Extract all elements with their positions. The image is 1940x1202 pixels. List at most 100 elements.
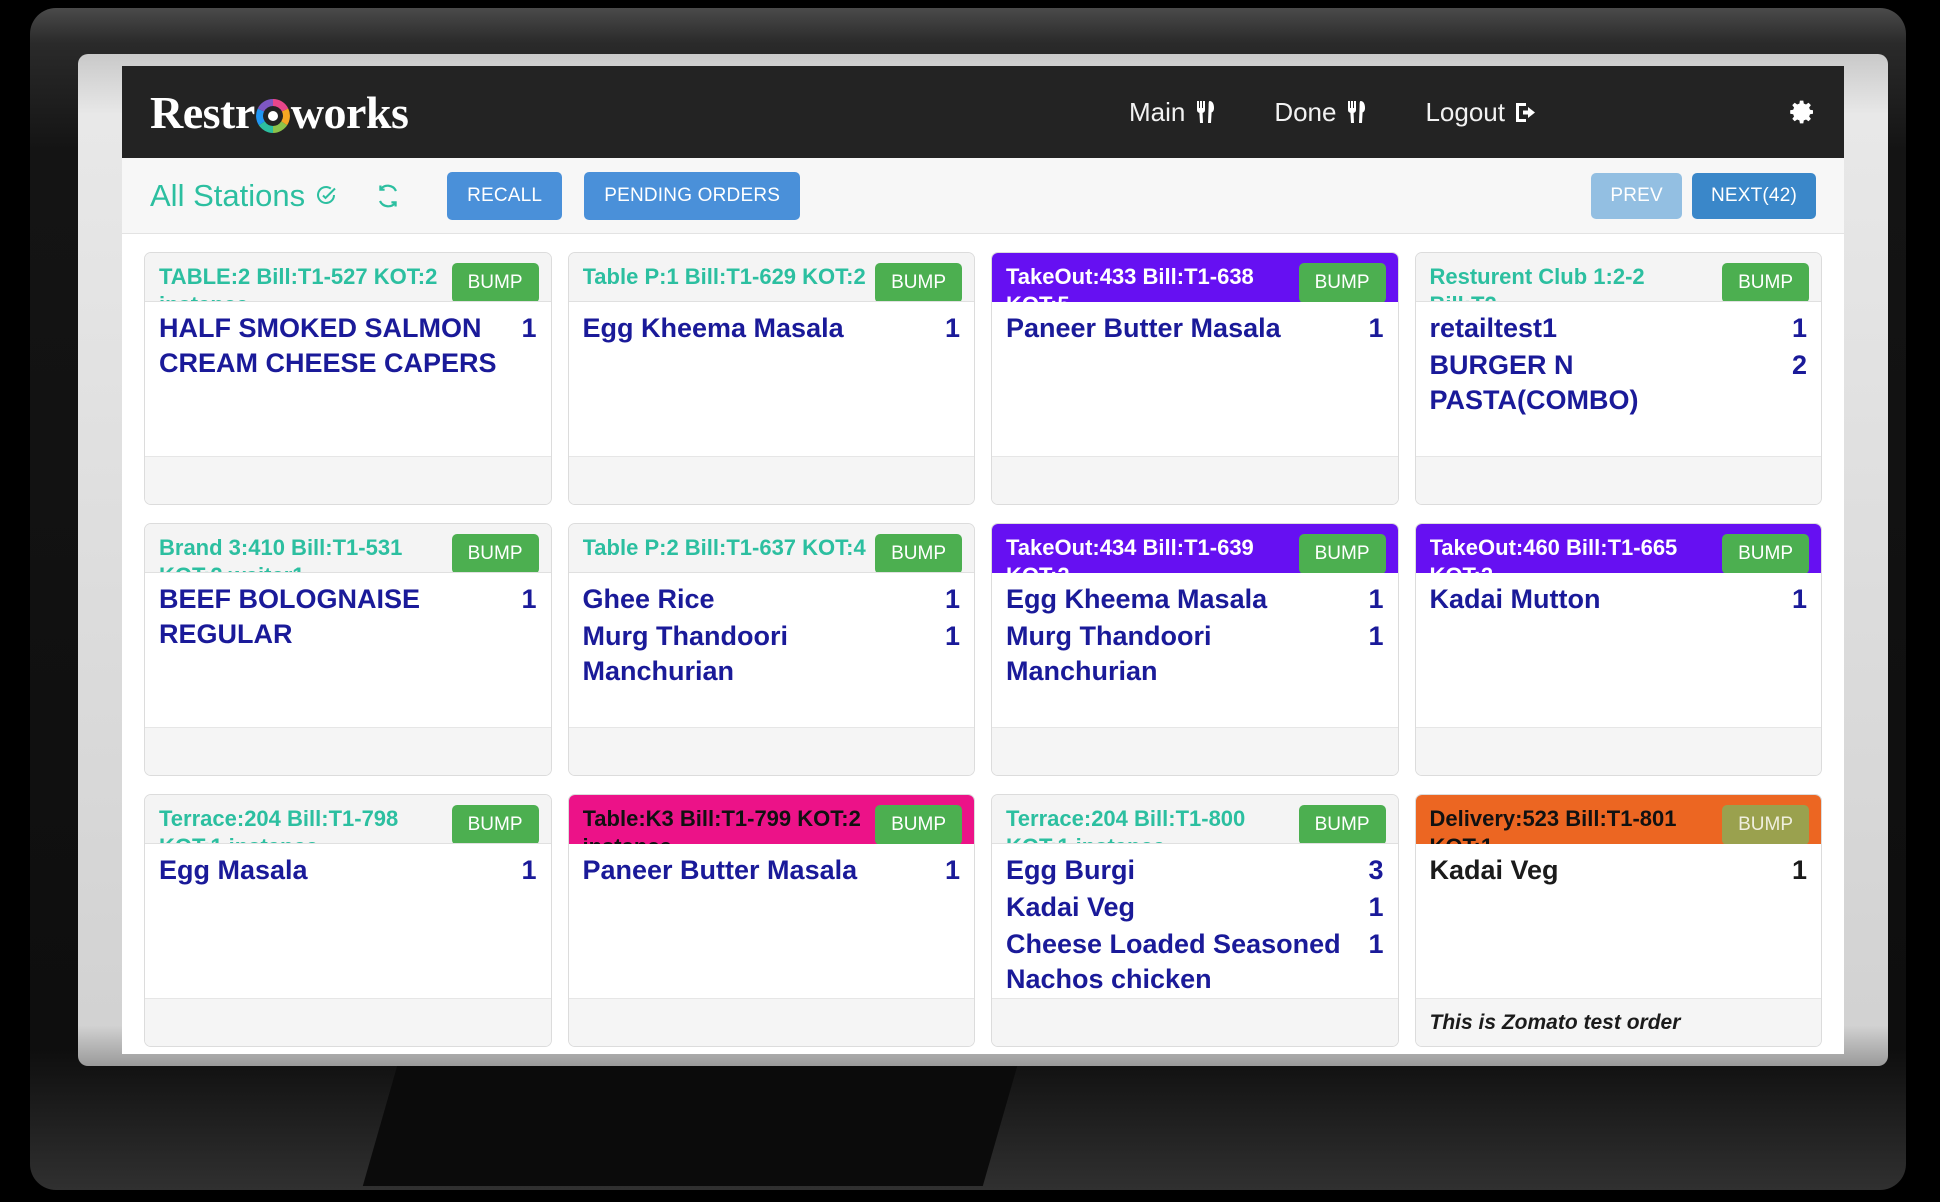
order-card-grid: TABLE:2 Bill:T1-527 KOT:2instanceBUMPHAL… bbox=[122, 234, 1844, 1054]
order-item-row: BEEF BOLOGNAISE REGULAR 1 bbox=[159, 582, 537, 652]
next-page-button[interactable]: NEXT(42) bbox=[1691, 172, 1816, 219]
prev-page-button[interactable]: PREV bbox=[1591, 172, 1682, 219]
order-item-qty: 1 bbox=[1791, 584, 1807, 614]
order-card-footer bbox=[992, 998, 1398, 1046]
order-item-name: Murg Thandoori Manchurian bbox=[1006, 621, 1212, 687]
order-card-header: Table P:1 Bill:T1-629 KOT:2 BUMP bbox=[568, 253, 974, 302]
bump-button[interactable]: BUMP bbox=[451, 263, 539, 301]
order-card-footer bbox=[992, 456, 1398, 504]
order-card[interactable]: TakeOut:433 Bill:T1-638KOT:5 BUMP Paneer B… bbox=[991, 252, 1399, 505]
order-card-title: TakeOut:434 Bill:T1-639KOT:2 bbox=[1006, 534, 1262, 573]
order-card-header: TakeOut:460 Bill:T1-665KOT:2 BUMP bbox=[1415, 524, 1821, 573]
order-card[interactable]: TakeOut:434 Bill:T1-639KOT:2 BUMP Egg Khee… bbox=[991, 523, 1399, 776]
order-card-subtitle: instance bbox=[583, 833, 861, 844]
order-item-row: Murg Thandoori Manchurian 1 bbox=[1006, 619, 1384, 689]
order-item-qty: 1 bbox=[1791, 313, 1807, 343]
order-card[interactable]: Terrace:204 Bill:T1-798KOT:1 instance BUM… bbox=[144, 794, 552, 1047]
order-card-footer bbox=[568, 727, 974, 775]
order-card-header: TABLE:2 Bill:T1-527 KOT:2instanceBUMP bbox=[145, 253, 551, 302]
order-item-name: Murg Thandoori Manchurian bbox=[582, 621, 788, 687]
order-item-row: Egg Burgi 3 bbox=[1006, 853, 1384, 888]
bump-button[interactable]: BUMP bbox=[875, 263, 962, 301]
brand-logo[interactable]: Restr works bbox=[150, 86, 409, 139]
order-card-title: Table:K3 Bill:T1-799 KOT:2instance bbox=[583, 805, 869, 844]
order-item-name: Kadai Veg bbox=[1006, 892, 1136, 923]
order-card-items: Egg Burgi 3 Kadai Veg 1 Cheese Loaded Season… bbox=[992, 844, 1398, 998]
order-card-title: Delivery:523 Bill:T1-801KOT:1 bbox=[1430, 805, 1685, 844]
order-card-items: retailtest1 1 BURGER N PASTA(COMBO) 2 bbox=[1416, 302, 1822, 456]
order-card[interactable]: Table P:2 Bill:T1-637 KOT:4 BUMP Ghee Rice… bbox=[567, 523, 975, 776]
pagination-controls: PREV NEXT(42) bbox=[1591, 172, 1816, 219]
order-item-row: Ghee Rice 1 bbox=[583, 582, 961, 617]
bump-button[interactable]: BUMP bbox=[1722, 263, 1809, 301]
nav-item-logout-label: Logout bbox=[1425, 96, 1505, 127]
order-item-row: Murg Thandoori Manchurian 1 bbox=[583, 619, 961, 689]
order-card-header: Table:K3 Bill:T1-799 KOT:2instanceBUMP bbox=[568, 795, 974, 844]
station-selector-label: All Stations bbox=[150, 177, 306, 213]
order-card-footer bbox=[145, 727, 551, 775]
order-card[interactable]: Table P:1 Bill:T1-629 KOT:2 BUMP Egg Kheem… bbox=[567, 252, 975, 505]
bump-button[interactable]: BUMP bbox=[875, 534, 962, 572]
order-item-name: Paneer Butter Masala bbox=[1006, 313, 1281, 343]
order-card-title: TABLE:2 Bill:T1-527 KOT:2instance bbox=[159, 263, 445, 301]
refresh-icon[interactable] bbox=[375, 183, 401, 209]
order-item-row: Cheese Loaded Seasoned Nachos chicken 1 bbox=[1006, 927, 1384, 997]
order-item-qty: 1 bbox=[1368, 892, 1384, 923]
order-card[interactable]: Table:K3 Bill:T1-799 KOT:2instanceBUMP Pa… bbox=[567, 794, 975, 1047]
device-frame: Restr works Main Done Logout All Station… bbox=[30, 8, 1906, 1190]
nav-item-main[interactable]: Main bbox=[1129, 97, 1216, 128]
app-screen: Restr works Main Done Logout All Station… bbox=[122, 66, 1844, 1054]
order-item-qty: 1 bbox=[1368, 929, 1384, 960]
order-card-subtitle: KOT:1 instance bbox=[1006, 833, 1245, 843]
order-card[interactable]: Brand 3:410 Bill:T1-531KOT:2 waiter1 BUMP… bbox=[144, 523, 552, 776]
order-card-header: Resturent Club 1:2-2 Bill:T2-21-2 KOT:1 B… bbox=[1415, 253, 1821, 302]
order-item-qty: 1 bbox=[1368, 313, 1384, 343]
bump-button[interactable]: BUMP bbox=[451, 805, 539, 843]
order-card-header: TakeOut:434 Bill:T1-639KOT:2 BUMP bbox=[992, 524, 1398, 573]
bump-button[interactable]: BUMP bbox=[1298, 263, 1386, 302]
order-item-name: BURGER N PASTA(COMBO) bbox=[1429, 350, 1639, 416]
order-item-row: BURGER N PASTA(COMBO) 2 bbox=[1430, 348, 1808, 418]
order-item-name: Cheese Loaded Seasoned Nachos chicken bbox=[1006, 929, 1341, 995]
bump-button[interactable]: BUMP bbox=[1722, 534, 1809, 573]
order-item-name: Egg Burgi bbox=[1006, 855, 1135, 885]
order-card[interactable]: Resturent Club 1:2-2 Bill:T2-21-2 KOT:1 B… bbox=[1414, 252, 1822, 505]
order-card-footer bbox=[568, 998, 974, 1046]
order-item-row: HALF SMOKED SALMON CREAM CHEESE CAPERS 1 bbox=[159, 311, 537, 381]
order-card-header: Terrace:204 Bill:T1-800KOT:1 instance BUM… bbox=[992, 795, 1398, 844]
order-item-name: HALF SMOKED SALMON CREAM CHEESE CAPERS bbox=[159, 313, 497, 379]
order-item-name: Kadai Veg bbox=[1429, 855, 1559, 885]
recall-button[interactable]: RECALL bbox=[447, 171, 563, 220]
order-item-qty: 1 bbox=[521, 855, 537, 885]
order-card-items: Ghee Rice 1 Murg Thandoori Manchurian 1 bbox=[569, 573, 975, 727]
order-item-qty: 1 bbox=[944, 584, 960, 614]
bump-button[interactable]: BUMP bbox=[1298, 805, 1386, 843]
bump-button[interactable]: BUMP bbox=[451, 534, 539, 572]
brand-name-suffix: works bbox=[290, 86, 409, 138]
order-card-title: Table P:1 Bill:T1-629 KOT:2 bbox=[582, 264, 866, 289]
station-selector[interactable]: All Stations bbox=[150, 178, 337, 214]
order-card-items: Paneer Butter Masala 1 bbox=[992, 302, 1398, 456]
bump-button[interactable]: BUMP bbox=[1298, 534, 1386, 573]
gear-icon[interactable] bbox=[1788, 98, 1816, 126]
bump-button[interactable]: BUMP bbox=[1722, 805, 1809, 844]
order-card-title: Terrace:204 Bill:T1-800KOT:1 instance bbox=[1006, 805, 1253, 843]
order-card-subtitle: KOT:1 bbox=[1430, 833, 1677, 844]
order-card[interactable]: TABLE:2 Bill:T1-527 KOT:2instanceBUMP HAL… bbox=[144, 252, 552, 505]
brand-name-prefix: Restr bbox=[150, 86, 255, 138]
order-item-qty: 1 bbox=[944, 855, 960, 885]
order-card-subtitle: KOT:2 bbox=[1430, 562, 1678, 573]
order-card[interactable]: TakeOut:460 Bill:T1-665KOT:2 BUMP Kadai Mu… bbox=[1414, 523, 1822, 776]
order-item-qty: 1 bbox=[521, 584, 537, 614]
order-item-name: Egg Masala bbox=[159, 855, 308, 885]
order-item-name: Paneer Butter Masala bbox=[582, 855, 858, 885]
bump-button[interactable]: BUMP bbox=[875, 805, 962, 844]
order-item-row: Kadai Mutton 1 bbox=[1430, 582, 1808, 617]
order-card-items: Kadai Mutton 1 bbox=[1416, 573, 1822, 727]
nav-item-done[interactable]: Done bbox=[1274, 97, 1367, 128]
pending-orders-button[interactable]: PENDING ORDERS bbox=[584, 171, 801, 220]
order-card[interactable]: Delivery:523 Bill:T1-801KOT:1 BUMP Kadai V… bbox=[1414, 794, 1822, 1047]
order-card-title: TakeOut:433 Bill:T1-638KOT:5 bbox=[1006, 263, 1262, 302]
order-card[interactable]: Terrace:204 Bill:T1-800KOT:1 instance BUM… bbox=[991, 794, 1399, 1047]
nav-item-logout[interactable]: Logout bbox=[1425, 97, 1538, 128]
